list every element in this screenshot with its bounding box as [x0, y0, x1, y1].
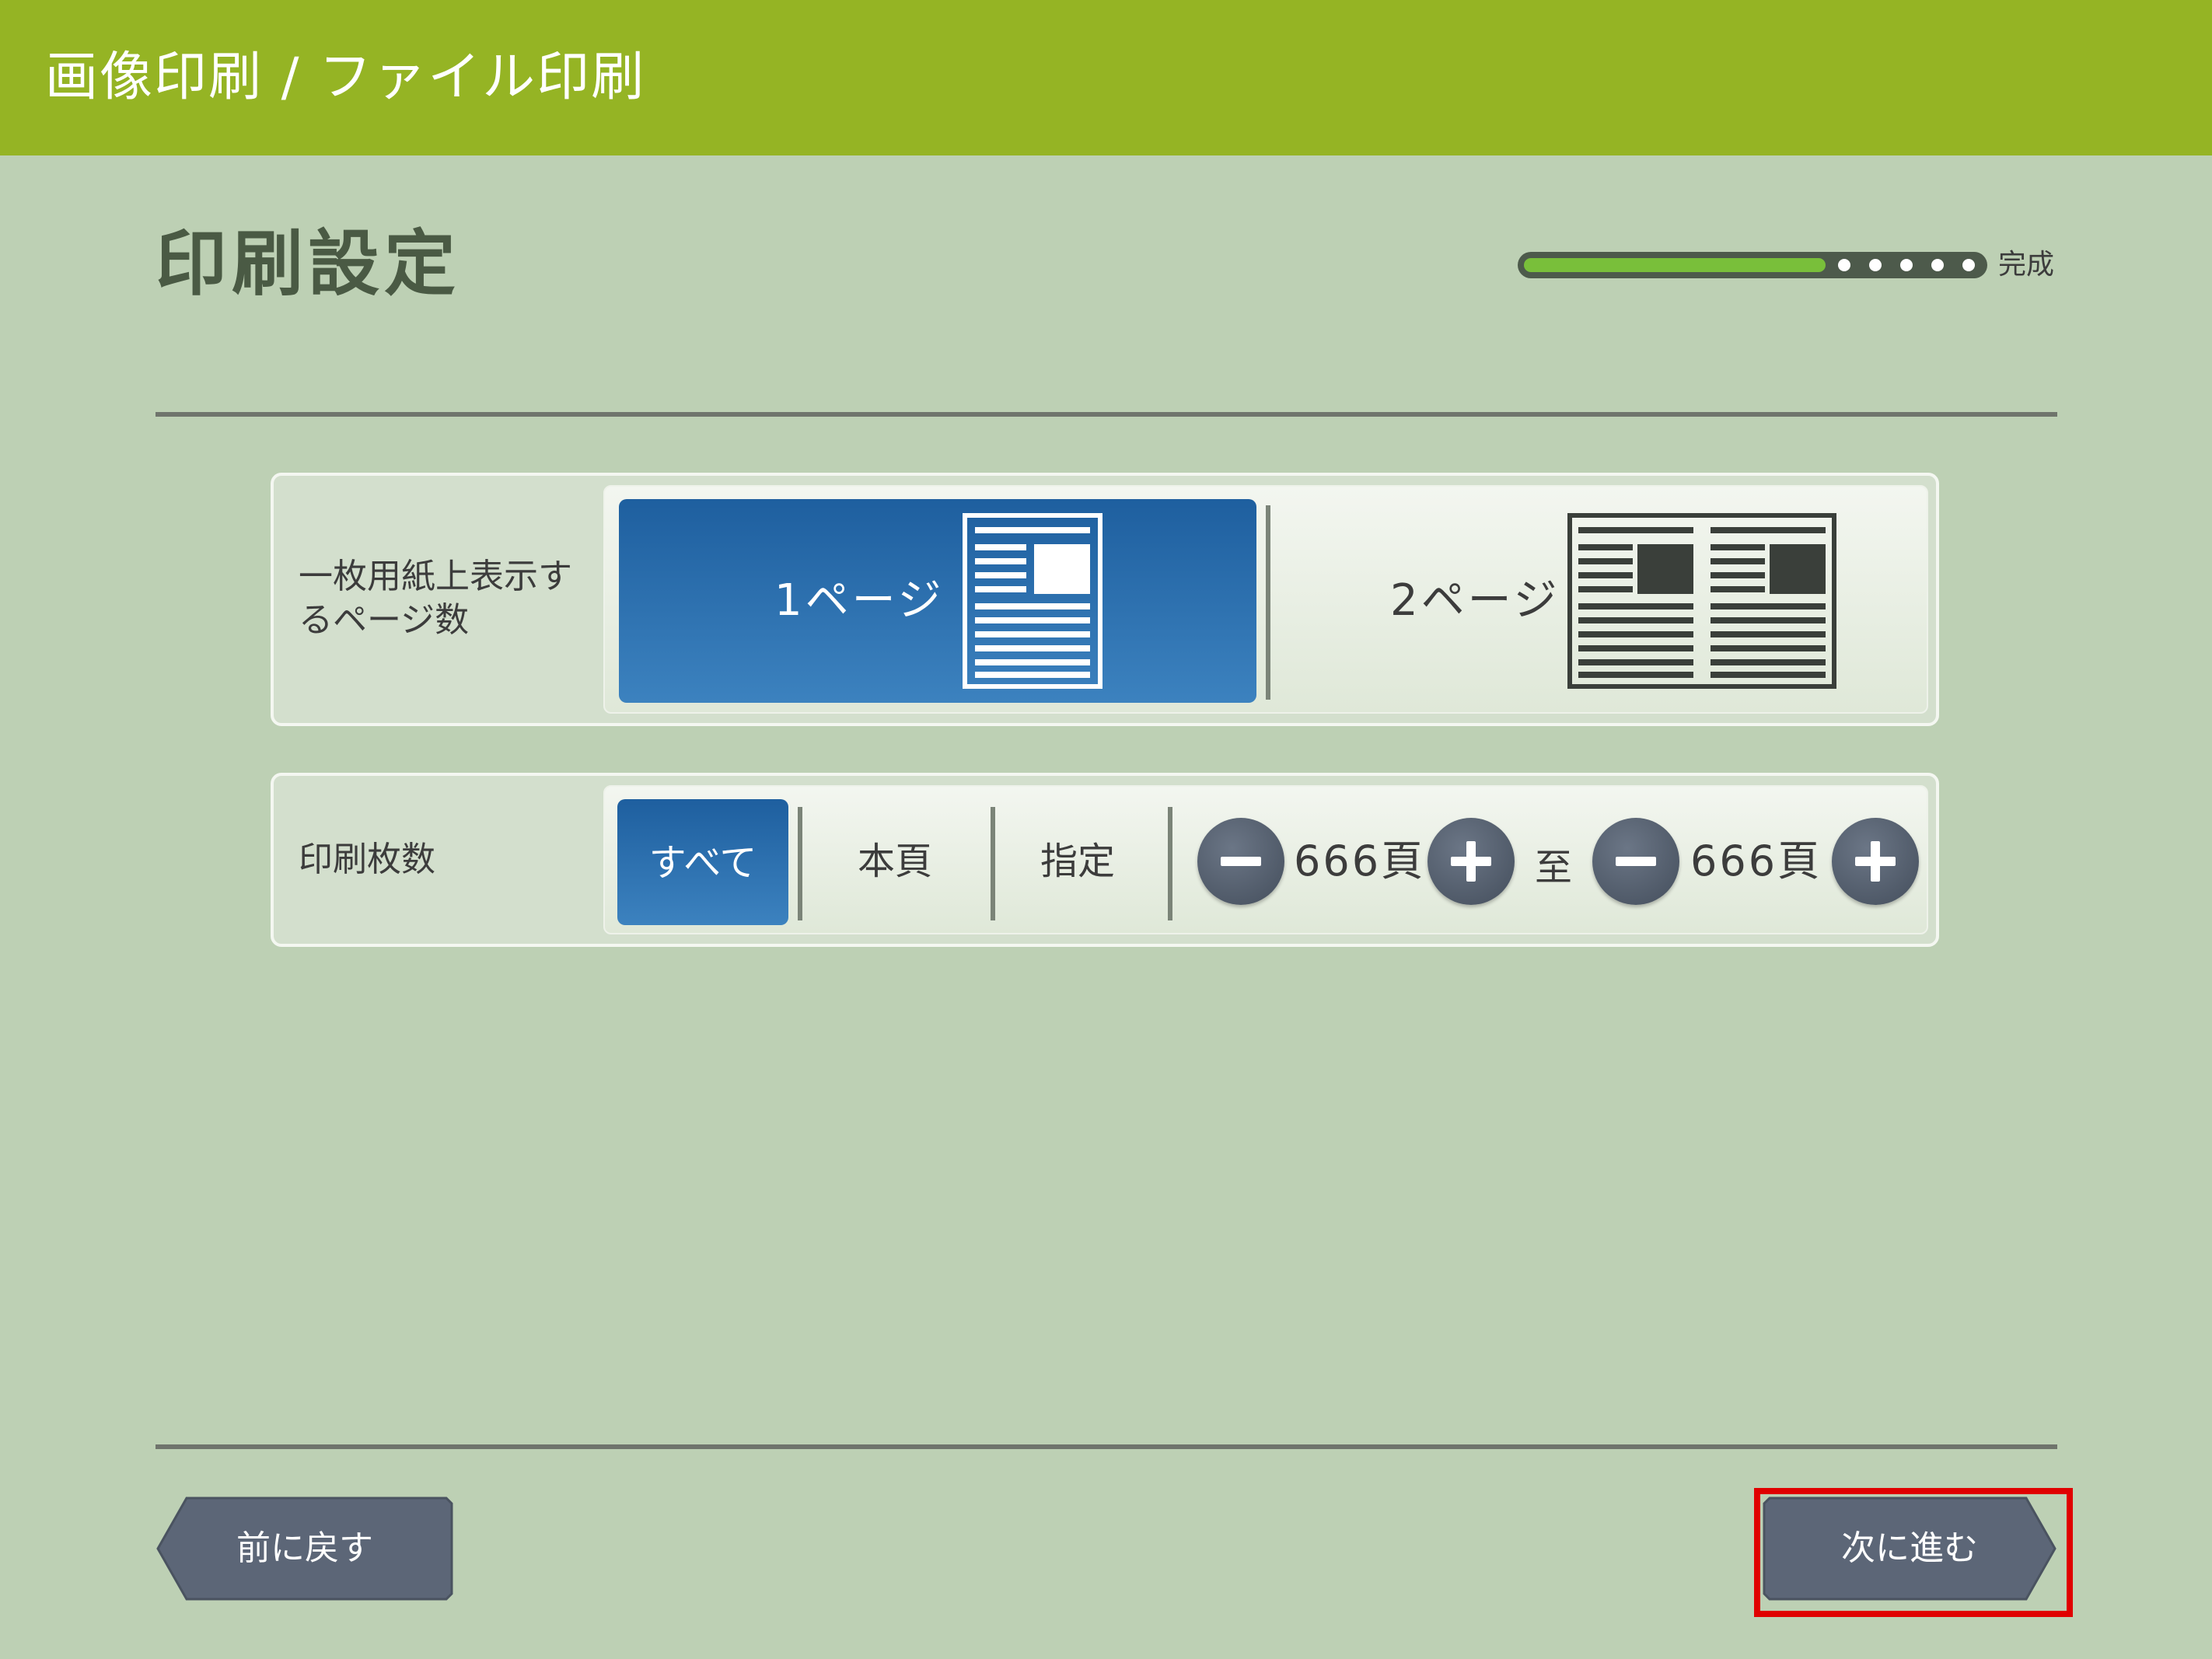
option-separator — [1168, 807, 1172, 920]
print-range-options: すべて 本頁 指定 666頁 至 666頁 — [603, 785, 1928, 934]
progress-step-dot — [1931, 259, 1944, 271]
from-page-value: 666頁 — [1294, 836, 1426, 885]
plus-icon-vertical — [1871, 841, 1880, 882]
divider-top — [156, 412, 2057, 417]
app-title: 画像印刷 / ファイル印刷 — [45, 47, 646, 108]
page-title: 印刷設定 — [156, 222, 461, 306]
range-to-label: 至 — [1535, 846, 1573, 889]
back-button[interactable]: 前に戻す — [156, 1496, 454, 1601]
from-increment-button[interactable] — [1427, 818, 1515, 905]
progress-fill — [1524, 258, 1826, 272]
header-bar: 画像印刷 / ファイル印刷 — [0, 0, 2212, 155]
range-all-button[interactable]: すべて — [617, 799, 788, 925]
to-decrement-button[interactable] — [1592, 818, 1679, 905]
single-page-doc-icon — [963, 513, 1103, 689]
option-separator — [1266, 505, 1270, 700]
print-range-label: 印刷枚数 — [299, 840, 435, 879]
option-1-page-label: 1ページ — [774, 575, 945, 626]
pages-per-sheet-options: 1ページ 2ページ — [603, 485, 1928, 714]
option-separator — [798, 807, 802, 920]
progress-step-dot — [1869, 259, 1882, 271]
option-2-pages-label: 2ページ — [1390, 575, 1560, 626]
option-1-page[interactable]: 1ページ — [619, 499, 1256, 703]
pages-per-sheet-panel: 一枚用紙上表示するページ数 1ページ 2ページ — [271, 473, 1939, 726]
progress-end-label: 完成 — [1998, 249, 2055, 281]
from-decrement-button[interactable] — [1197, 818, 1284, 905]
divider-bottom — [156, 1444, 2057, 1449]
next-button-highlight — [1754, 1488, 2073, 1617]
minus-icon — [1616, 857, 1656, 866]
progress-indicator — [1518, 252, 1987, 278]
range-specify-button[interactable]: 指定 — [992, 798, 1163, 925]
pages-per-sheet-label: 一枚用紙上表示するページ数 — [299, 557, 572, 640]
to-page-value: 666頁 — [1690, 836, 1822, 885]
print-range-panel: 印刷枚数 すべて 本頁 指定 666頁 至 666頁 — [271, 773, 1939, 947]
range-current-page-button[interactable]: 本頁 — [805, 798, 984, 925]
progress-step-dot — [1900, 259, 1913, 271]
progress-step-dot — [1838, 259, 1850, 271]
two-page-doc-icon — [1567, 513, 1836, 689]
option-2-pages[interactable]: 2ページ — [1275, 499, 1936, 703]
progress-step-dot — [1962, 259, 1975, 271]
plus-icon-vertical — [1466, 841, 1476, 882]
to-increment-button[interactable] — [1832, 818, 1919, 905]
minus-icon — [1221, 857, 1261, 866]
back-button-label: 前に戻す — [236, 1528, 373, 1568]
